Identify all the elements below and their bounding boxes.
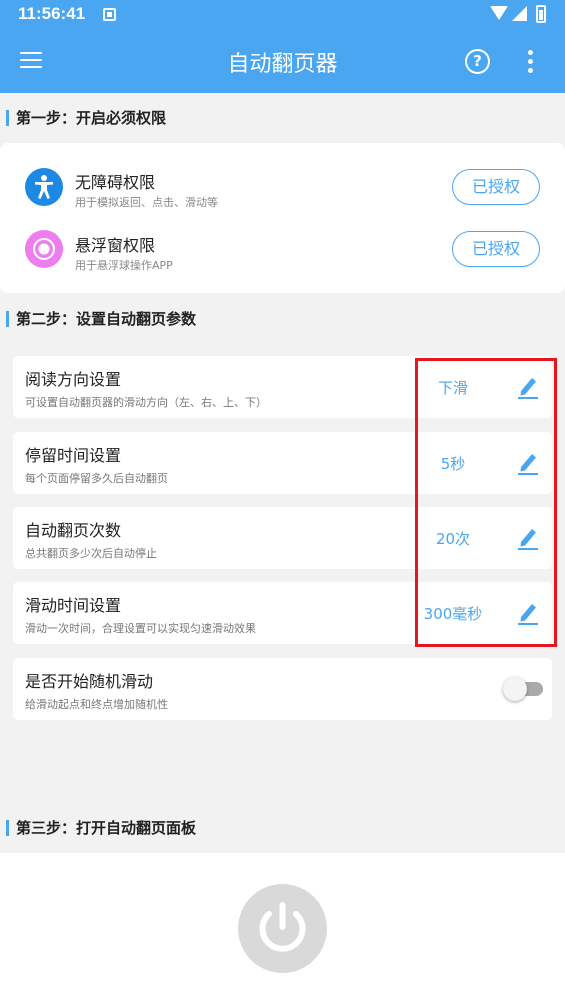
permission-row-accessibility: 无障碍权限 用于模拟返回、点击、滑动等 已授权 [0, 157, 565, 217]
step1-title: 第一步：开启必须权限 [6, 108, 166, 128]
permission-desc: 用于模拟返回、点击、滑动等 [75, 196, 218, 209]
status-time: 11:56:41 [18, 4, 86, 23]
wifi-icon [490, 6, 508, 20]
app-bar: 自动翻页器 ? [0, 30, 565, 93]
param-name: 阅读方向设置 [25, 370, 122, 389]
power-button[interactable] [238, 884, 327, 973]
param-name: 是否开始随机滑动 [25, 672, 154, 691]
random-swipe-toggle[interactable] [503, 677, 545, 701]
param-desc: 滑动一次时间，合理设置可以实现匀速滑动效果 [25, 622, 256, 635]
param-desc: 可设置自动翻页器的滑动方向（左、右、上、下） [25, 396, 267, 409]
help-icon[interactable]: ? [465, 49, 490, 74]
param-name: 滑动时间设置 [25, 596, 122, 615]
signal-icon [512, 6, 527, 21]
param-desc: 给滑动起点和终点增加随机性 [25, 698, 168, 711]
status-bar: 11:56:41 [0, 0, 565, 30]
floating-ball-icon [25, 230, 63, 268]
param-name: 自动翻页次数 [25, 521, 122, 540]
permission-name: 无障碍权限 [75, 173, 156, 192]
toggle-thumb [503, 677, 527, 701]
notification-icon [103, 8, 116, 21]
permission-desc: 用于悬浮球操作APP [75, 259, 173, 272]
param-desc: 每个页面停留多久后自动翻页 [25, 472, 168, 485]
param-desc: 总共翻页多少次后自动停止 [25, 547, 157, 560]
param-name: 停留时间设置 [25, 446, 122, 465]
permissions-card: 无障碍权限 用于模拟返回、点击、滑动等 已授权 悬浮窗权限 用于悬浮球操作APP… [0, 143, 565, 293]
permission-row-floating: 悬浮窗权限 用于悬浮球操作APP 已授权 [0, 220, 565, 280]
step2-title: 第二步：设置自动翻页参数 [6, 309, 196, 329]
highlight-box [415, 358, 557, 647]
step3-title: 第三步：打开自动翻页面板 [6, 818, 196, 838]
battery-icon [536, 5, 546, 23]
more-options-icon[interactable] [528, 50, 534, 74]
accessibility-authorized-button[interactable]: 已授权 [452, 169, 540, 205]
param-random-swipe[interactable]: 是否开始随机滑动 给滑动起点和终点增加随机性 [13, 658, 552, 720]
accessibility-icon [25, 168, 63, 206]
floating-window-authorized-button[interactable]: 已授权 [452, 231, 540, 267]
power-icon [259, 902, 306, 952]
permission-name: 悬浮窗权限 [75, 236, 156, 255]
